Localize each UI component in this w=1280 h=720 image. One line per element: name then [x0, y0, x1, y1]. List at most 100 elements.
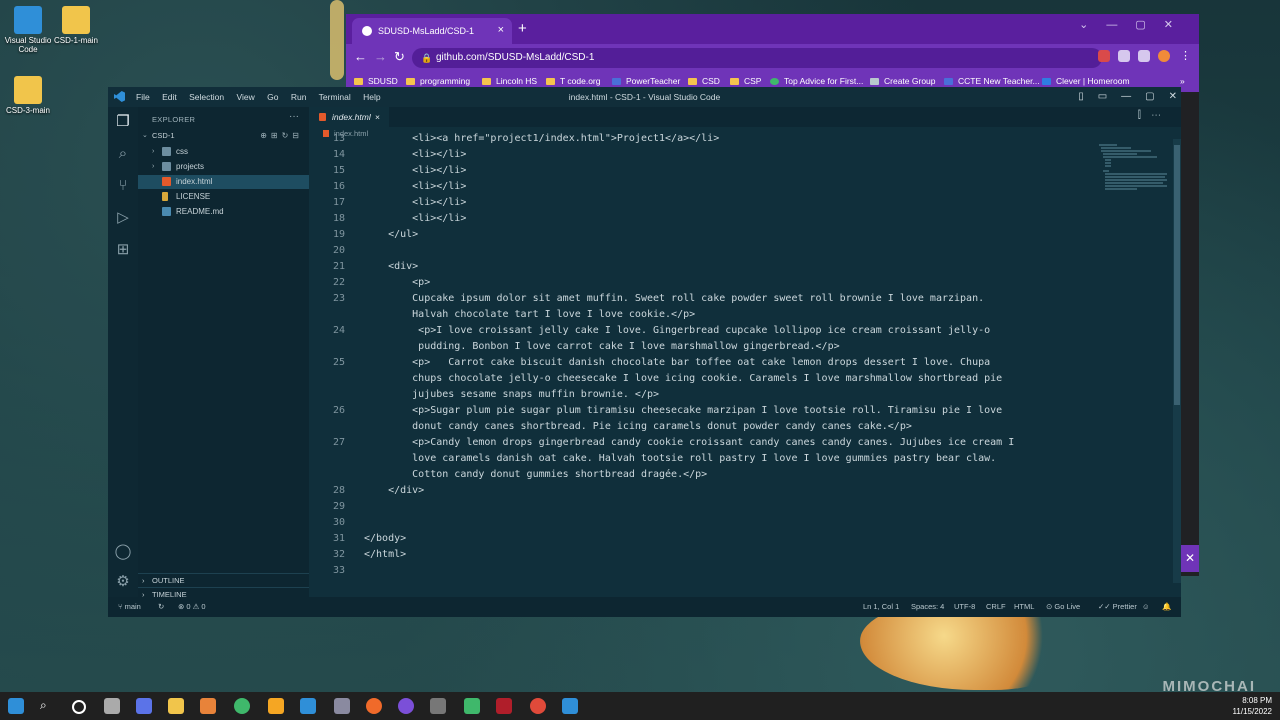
- calculator-icon[interactable]: [300, 698, 316, 714]
- chrome-icon[interactable]: [234, 698, 250, 714]
- bookmark-item[interactable]: T code.org: [546, 76, 600, 86]
- app-icon[interactable]: [496, 698, 512, 714]
- app-icon[interactable]: [398, 698, 414, 714]
- run-debug-icon[interactable]: ▷: [114, 209, 132, 227]
- explorer-toolbar[interactable]: ⊕⊞↻⊟: [260, 131, 303, 140]
- code-line[interactable]: 19 </ul>: [309, 227, 1099, 243]
- tree-item-projects[interactable]: › projects: [138, 160, 309, 174]
- code-line[interactable]: 18 <li></li>: [309, 211, 1099, 227]
- app-icon[interactable]: [200, 698, 216, 714]
- feedback-icon[interactable]: ☺: [1142, 597, 1150, 617]
- sync-icon[interactable]: ↻: [158, 597, 164, 617]
- line-endings[interactable]: CRLF: [986, 597, 1006, 617]
- editor-tab-index-html[interactable]: index.html ×: [309, 107, 389, 127]
- chrome-icon[interactable]: [530, 698, 546, 714]
- close-tab-icon[interactable]: ×: [498, 24, 504, 36]
- cortana-icon[interactable]: [72, 700, 86, 714]
- encoding[interactable]: UTF-8: [954, 597, 975, 617]
- code-line[interactable]: 23 Cupcake ipsum dolor sit amet muffin. …: [309, 291, 1099, 307]
- extensions-icon[interactable]: ⊞: [114, 241, 132, 259]
- code-line[interactable]: 15 <li></li>: [309, 163, 1099, 179]
- code-line[interactable]: 17 <li></li>: [309, 195, 1099, 211]
- desktop-icon-csd1-main[interactable]: CSD-1-main: [48, 6, 104, 45]
- minimize-button[interactable]: —: [1121, 91, 1131, 102]
- branch-indicator[interactable]: ⑂ main: [118, 597, 141, 617]
- code-line[interactable]: 25 <p> Carrot cake biscuit danish chocol…: [309, 355, 1099, 371]
- tree-item-license[interactable]: LICENSE: [138, 190, 309, 204]
- bookmark-item[interactable]: PowerTeacher: [612, 76, 680, 86]
- gear-icon[interactable]: ⚙: [114, 573, 132, 591]
- cursor-position[interactable]: Ln 1, Col 1: [863, 597, 899, 617]
- desktop-icon-csd3-main[interactable]: CSD-3-main: [0, 76, 56, 115]
- indentation[interactable]: Spaces: 4: [911, 597, 944, 617]
- app-icon[interactable]: [464, 698, 480, 714]
- sidepanel-icon[interactable]: [1138, 50, 1150, 62]
- camera-icon[interactable]: [430, 698, 446, 714]
- code-line[interactable]: donut candy canes shortbread. Pie icing …: [309, 419, 1099, 435]
- zoom-icon[interactable]: [136, 698, 152, 714]
- code-line[interactable]: 24 <p>I love croissant jelly cake I love…: [309, 323, 1099, 339]
- bookmark-item[interactable]: Top Advice for First...: [770, 76, 863, 86]
- app-icon[interactable]: [334, 698, 350, 714]
- bookmark-item[interactable]: Create Group: [870, 76, 936, 86]
- code-line[interactable]: love caramels danish oat cake. Halvah to…: [309, 451, 1099, 467]
- problems-indicator[interactable]: ⊗ 0 ⚠ 0: [178, 597, 206, 617]
- profile-avatar[interactable]: [1158, 50, 1170, 62]
- code-line[interactable]: 27 <p>Candy lemon drops gingerbread cand…: [309, 435, 1099, 451]
- back-icon[interactable]: ←: [354, 49, 367, 64]
- code-line[interactable]: Cotton candy donut gummies shortbread dr…: [309, 467, 1099, 483]
- more-actions-icon[interactable]: ···: [289, 111, 299, 122]
- close-tab-icon[interactable]: ×: [375, 107, 380, 127]
- address-bar[interactable]: 🔒 github.com/SDUSD-MsLadd/CSD-1: [412, 48, 1102, 68]
- minimap[interactable]: [1097, 143, 1169, 195]
- bookmark-item[interactable]: SDUSD: [354, 76, 398, 86]
- code-line[interactable]: 32 </html>: [309, 547, 1099, 563]
- clock[interactable]: 8:08 PM 11/15/2022: [1233, 695, 1272, 717]
- browser-tab[interactable]: SDUSD-MsLadd/CSD-1 ×: [352, 18, 512, 44]
- code-line[interactable]: 26 <p>Sugar plum pie sugar plum tiramisu…: [309, 403, 1099, 419]
- code-line[interactable]: 31 </body>: [309, 531, 1099, 547]
- go-live-button[interactable]: ⊙ Go Live: [1046, 597, 1080, 617]
- new-tab-button[interactable]: +: [518, 20, 527, 37]
- scrollbar-thumb[interactable]: [1174, 145, 1180, 405]
- task-view-icon[interactable]: [104, 698, 120, 714]
- forward-icon[interactable]: →: [374, 49, 387, 64]
- start-icon[interactable]: [8, 698, 24, 714]
- bookmarks-overflow-icon[interactable]: »: [1180, 76, 1185, 86]
- code-line[interactable]: jujubes sesame snaps muffin brownie. </p…: [309, 387, 1099, 403]
- code-line[interactable]: 33: [309, 563, 1099, 579]
- code-line[interactable]: Halvah chocolate tart I love I love cook…: [309, 307, 1099, 323]
- search-icon[interactable]: ⌕: [40, 698, 56, 714]
- editor-actions[interactable]: ⫿⋯: [1138, 110, 1171, 121]
- language-mode[interactable]: HTML: [1014, 597, 1034, 617]
- bookmark-item[interactable]: Lincoln HS: [482, 76, 537, 86]
- code-line[interactable]: 22 <p>: [309, 275, 1099, 291]
- window-controls[interactable]: ⌄—▢✕: [1079, 18, 1191, 31]
- code-line[interactable]: 29: [309, 499, 1099, 515]
- bookmark-item[interactable]: Clever | Homeroom: [1042, 76, 1130, 86]
- explorer-icon[interactable]: ❐: [114, 113, 132, 131]
- close-button[interactable]: ✕: [1169, 91, 1177, 102]
- account-icon[interactable]: ◯: [114, 543, 132, 561]
- layout-icon[interactable]: ▯: [1078, 91, 1084, 102]
- code-line[interactable]: chups chocolate jelly-o cheesecake I lov…: [309, 371, 1099, 387]
- bookmark-item[interactable]: programming: [406, 76, 470, 86]
- tree-item-index-html[interactable]: index.html: [138, 175, 309, 189]
- sublime-icon[interactable]: [268, 698, 284, 714]
- outline-section[interactable]: › OUTLINE: [138, 573, 309, 588]
- extension-icon[interactable]: [1098, 50, 1110, 62]
- maximize-button[interactable]: ▢: [1145, 91, 1154, 102]
- puzzle-icon[interactable]: [1118, 50, 1130, 62]
- tree-item-readme[interactable]: README.md: [138, 205, 309, 219]
- code-line[interactable]: 16 <li></li>: [309, 179, 1099, 195]
- reload-icon[interactable]: ↻: [394, 49, 405, 65]
- search-icon[interactable]: ⌕: [114, 145, 132, 163]
- source-control-icon[interactable]: ⑂: [114, 177, 132, 195]
- bookmark-item[interactable]: CSD: [688, 76, 720, 86]
- firefox-icon[interactable]: [366, 698, 382, 714]
- code-line[interactable]: 21 <div>: [309, 259, 1099, 275]
- bookmark-item[interactable]: CSP: [730, 76, 761, 86]
- file-explorer-icon[interactable]: [168, 698, 184, 714]
- code-line[interactable]: 14 <li></li>: [309, 147, 1099, 163]
- tree-item-css[interactable]: › css: [138, 145, 309, 159]
